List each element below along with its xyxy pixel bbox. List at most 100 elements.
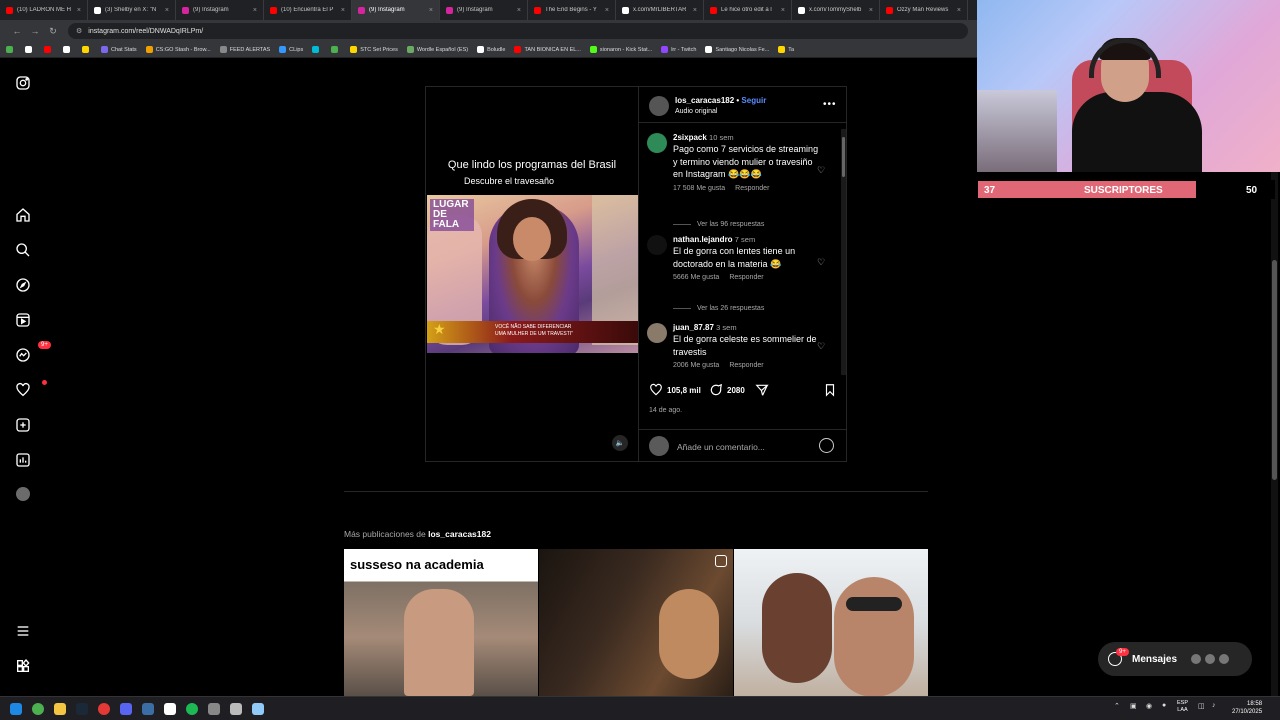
site-info-icon[interactable]: ⚙ — [76, 27, 82, 35]
tray-icon[interactable]: ◉ — [1146, 702, 1152, 710]
bookmark-item[interactable] — [331, 46, 341, 53]
emoji-icon[interactable] — [819, 438, 834, 453]
tab-close-icon[interactable]: × — [693, 7, 697, 14]
discord-icon[interactable] — [120, 703, 132, 715]
comment-avatar[interactable] — [647, 235, 667, 255]
obs-icon[interactable] — [98, 703, 110, 715]
browser-tab[interactable]: x.com/MrLIBERTAR × — [616, 0, 704, 20]
bookmark-item[interactable] — [63, 46, 73, 53]
explore-icon[interactable] — [14, 276, 32, 294]
bookmark-item[interactable]: lrr - Twitch — [661, 46, 696, 53]
network-icon[interactable]: ◫ — [1198, 702, 1205, 710]
more-menu-icon[interactable] — [14, 622, 32, 640]
forward-icon[interactable]: → — [26, 26, 44, 36]
browser-tab[interactable]: Le hice otro edit a l × — [704, 0, 792, 20]
bookmark-item[interactable] — [82, 46, 92, 53]
comment-username[interactable]: nathan.lejandro — [673, 235, 733, 244]
tab-close-icon[interactable]: × — [869, 7, 873, 14]
bookmark-item[interactable]: Chat Stats — [101, 46, 137, 53]
bookmark-item[interactable] — [44, 46, 54, 53]
reels-icon[interactable] — [14, 311, 32, 329]
browser-tab[interactable]: (9) Instagram × — [176, 0, 264, 20]
bookmark-item[interactable]: STC Set Prices — [350, 46, 398, 53]
author-avatar[interactable] — [649, 96, 669, 116]
file-explorer-icon[interactable] — [54, 703, 66, 715]
comment-likes[interactable]: 5666 Me gusta — [673, 274, 719, 281]
view-replies-button[interactable]: Ver las 96 respuestas — [673, 221, 764, 228]
spotify-icon[interactable] — [186, 703, 198, 715]
app-icon[interactable] — [208, 703, 220, 715]
reload-icon[interactable]: ↻ — [44, 26, 62, 37]
reply-button[interactable]: Responder — [729, 362, 763, 369]
follow-button[interactable]: Seguir — [741, 96, 766, 105]
bookmark-item[interactable] — [6, 46, 16, 53]
comment-likes[interactable]: 2006 Me gusta — [673, 362, 719, 369]
back-icon[interactable]: ← — [8, 26, 26, 36]
comment-input[interactable]: Añade un comentario... — [677, 442, 765, 452]
browser-tab[interactable]: Ozzy Man Reviews × — [880, 0, 968, 20]
microphone-icon[interactable]: ● — [1162, 702, 1166, 709]
steam-icon[interactable] — [76, 703, 88, 715]
heart-icon[interactable] — [14, 380, 47, 399]
more-posts-username[interactable]: los_caracas182 — [428, 529, 491, 539]
bookmark-item[interactable]: CS:GO Stash - Brow... — [145, 46, 211, 53]
browser-tab[interactable]: The End Begins - Y × — [528, 0, 616, 20]
system-clock[interactable]: 18:58 27/10/2025 — [1232, 700, 1262, 716]
bookmark-item[interactable] — [312, 46, 322, 53]
comment-like-icon[interactable]: ♡ — [817, 257, 825, 268]
bookmark-item[interactable]: Ta — [778, 46, 794, 53]
also-from-meta-icon[interactable] — [14, 657, 32, 675]
tab-close-icon[interactable]: × — [429, 7, 433, 14]
comment-username[interactable]: juan_87.87 — [673, 323, 714, 332]
home-icon[interactable] — [14, 206, 32, 224]
tab-close-icon[interactable]: × — [957, 7, 961, 14]
instagram-logo-icon[interactable] — [14, 74, 32, 92]
start-icon[interactable] — [10, 703, 22, 715]
tab-close-icon[interactable]: × — [341, 7, 345, 14]
bookmark-item[interactable]: TAN BIONICA EN EL... — [514, 46, 581, 53]
comments-scrollbar[interactable] — [841, 129, 846, 375]
tab-close-icon[interactable]: × — [517, 7, 521, 14]
bookmark-item[interactable]: FEED ALERTAS — [219, 46, 270, 53]
messages-button[interactable]: 9+ Mensajes — [1098, 642, 1252, 676]
comment-avatar[interactable] — [647, 133, 667, 153]
tab-close-icon[interactable]: × — [253, 7, 257, 14]
comment-button[interactable]: 2080 — [709, 383, 745, 397]
comment-likes[interactable]: 17 508 Me gusta — [673, 185, 725, 192]
bookmark-item[interactable]: Santiago Nicolas Fe... — [705, 46, 769, 53]
more-post-thumbnail-1[interactable]: susseso na academia — [344, 549, 538, 696]
browser-tab[interactable]: (10) LADRÓN ME H × — [0, 0, 88, 20]
audio-label[interactable]: Audio original — [675, 108, 717, 115]
bookmark-item[interactable]: sionaron - Kick Stat... — [589, 46, 652, 53]
like-button[interactable]: 105,8 mil — [649, 383, 701, 397]
tray-icon[interactable]: ▣ — [1130, 702, 1137, 710]
tab-close-icon[interactable]: × — [77, 7, 81, 14]
share-button[interactable] — [755, 383, 773, 397]
bookmark-item[interactable]: Wordle Español (ES) — [406, 46, 468, 53]
comment-like-icon[interactable]: ♡ — [817, 341, 825, 352]
app-icon[interactable] — [164, 703, 176, 715]
browser-tab[interactable]: (9) Instagram × — [352, 0, 440, 20]
view-replies-button[interactable]: Ver las 26 respuestas — [673, 305, 764, 312]
sound-icon[interactable]: 🔈 — [612, 435, 628, 451]
browser-tab[interactable]: (3) Shelby en X: "N × — [88, 0, 176, 20]
chrome-icon[interactable] — [32, 703, 44, 715]
more-post-thumbnail-3[interactable] — [734, 549, 928, 696]
more-post-thumbnail-2[interactable] — [539, 549, 733, 696]
tray-chevron-icon[interactable]: ⌃ — [1114, 702, 1120, 710]
browser-tab[interactable]: (10) Encuentra El P × — [264, 0, 352, 20]
app-icon[interactable] — [252, 703, 264, 715]
browser-tab[interactable]: x.com/TommyShelb × — [792, 0, 880, 20]
url-field[interactable]: ⚙ instagram.com/reel/DNWADqIRLPm/ — [68, 23, 968, 39]
more-options-icon[interactable]: ••• — [823, 99, 837, 110]
reply-button[interactable]: Responder — [735, 185, 769, 192]
reel-video[interactable]: Que lindo los programas del Brasil LUGAR… — [426, 87, 638, 461]
comment-avatar[interactable] — [647, 323, 667, 343]
app-icon[interactable] — [142, 703, 154, 715]
profile-avatar[interactable] — [14, 485, 32, 503]
bookmark-item[interactable]: Boludle — [477, 46, 505, 53]
comment-username[interactable]: 2sixpack — [673, 133, 707, 142]
language-indicator[interactable]: ESP LAA — [1177, 700, 1188, 714]
bookmark-item[interactable] — [25, 46, 35, 53]
save-button[interactable] — [823, 383, 841, 397]
